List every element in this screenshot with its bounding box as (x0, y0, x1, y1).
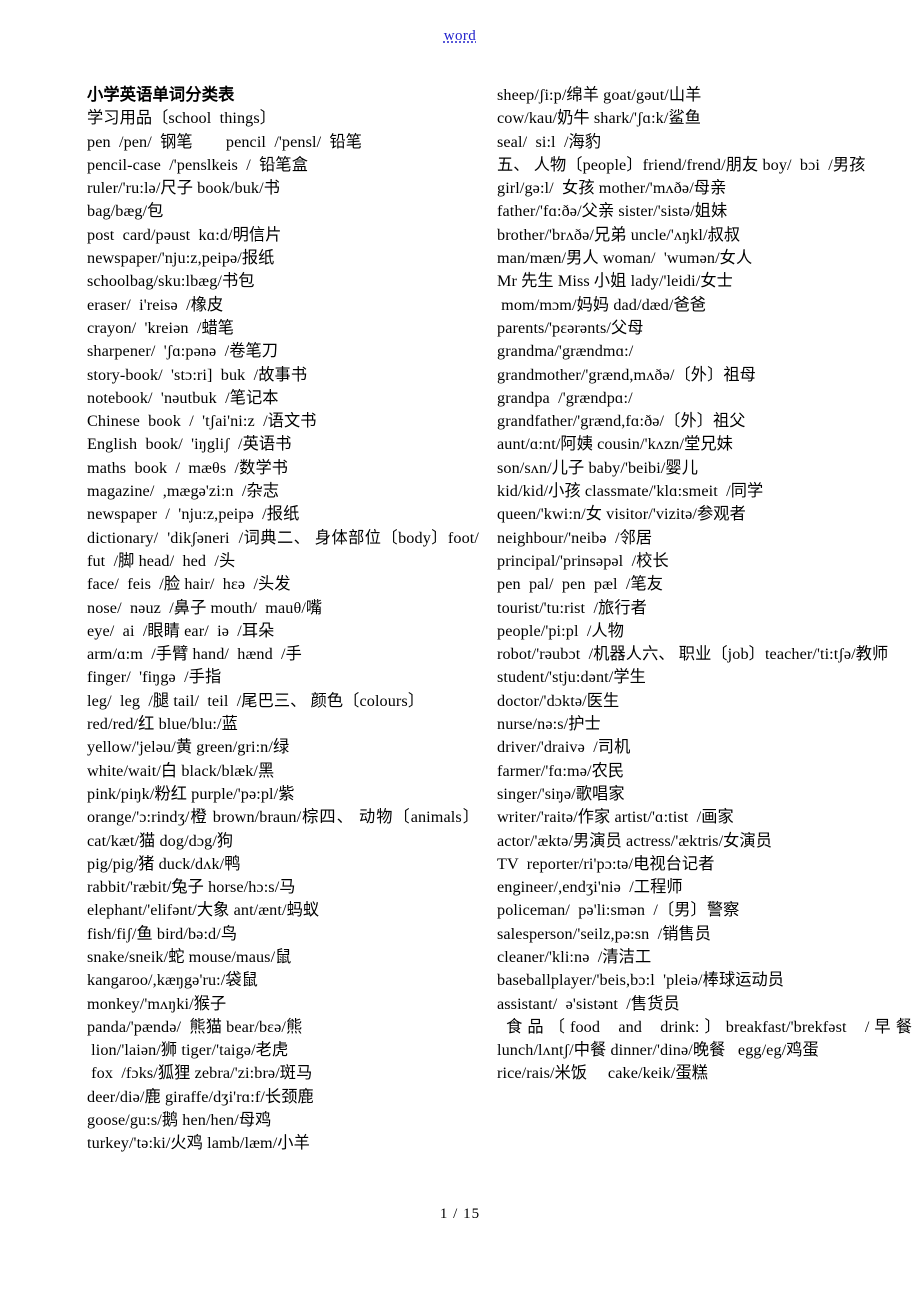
text-line: goose/gu:s/鹅 hen/hen/母鸡 (87, 1111, 272, 1130)
document-page: word 小学英语单词分类表 学习用品〔school things〕 pen /… (0, 0, 920, 1302)
text-line: kid/kid/小孩 classmate/'klɑ:smeit /同学 (497, 482, 764, 501)
text-line: rabbit/'ræbit/兔子 horse/hɔ:s/马 (87, 878, 296, 897)
text-line: bag/bæg/包 (87, 202, 164, 221)
text-line: actor/'æktə/男演员 actress/'æktris/女演员 (497, 831, 773, 850)
word-link[interactable]: word (444, 28, 476, 45)
text-line: sheep/ʃi:p/绵羊 goat/gəut/山羊 (497, 86, 702, 104)
text-line: son/sʌn/儿子 baby/'beibi/婴儿 (497, 458, 699, 477)
text-line: notebook/ 'nəutbuk /笔记本 (87, 388, 279, 407)
page-header: word (0, 0, 920, 72)
text-line: leg/ leg /腿 tail/ teil /尾巴三、 颜色〔colours〕 (87, 691, 425, 710)
text-line: red/red/红 blue/blu:/蓝 (87, 715, 238, 734)
text-line: English book/ 'iŋgliʃ /英语书 (87, 435, 292, 454)
text-line: newspaper / 'nju:z,peipə /报纸 (87, 505, 300, 524)
text-line: panda/'pændə/ 熊猫 bear/bɛə/熊 (87, 1017, 303, 1036)
text-line: singer/'siŋə/歌唱家 (497, 784, 625, 803)
text-line: orange/'ɔ:rindʒ/橙 brown/braun/棕四、 动物〔ani… (87, 808, 484, 850)
text-line: 学习用品〔school things〕 (87, 109, 277, 128)
text-line: tourist/'tu:rist /旅行者 (497, 598, 647, 617)
page-title: 小学英语单词分类表 (87, 86, 235, 104)
text-line: maths book / mæθs /数学书 (87, 458, 289, 477)
text-line: grandfather/'grænd,fɑ:ðə/〔外〕祖父 (497, 412, 746, 431)
text-line: schoolbag/sku:lbæg/书包 (87, 272, 255, 291)
text-line: story-book/ 'stɔ:ri] buk /故事书 (87, 365, 308, 384)
text-line: nurse/nə:s/护士 (497, 715, 601, 734)
text-line: crayon/ 'kreiən /蜡笔 (87, 318, 235, 337)
text-line: girl/gə:l/ 女孩 mother/'mʌðə/母亲 (497, 179, 727, 198)
text-line: face/ feis /脸 hair/ hɛə /头发 (87, 575, 291, 594)
text-line: robot/'rəubɔt /机器人六、 职业〔job〕teacher/'ti:… (497, 645, 889, 664)
text-line: student/'stju:dənt/学生 (497, 668, 646, 687)
text-line: white/wait/白 black/blæk/黑 (87, 761, 275, 780)
text-line: engineer/,endʒi'niə /工程师 (497, 878, 683, 897)
text-line: deer/diə/鹿 giraffe/dʒi'rɑ:f/长颈鹿 (87, 1087, 314, 1106)
text-line: monkey/'mʌŋki/猴子 (87, 994, 227, 1013)
text-line: farmer/'fɑ:mə/农民 (497, 761, 625, 780)
text-line: snake/sneik/蛇 mouse/maus/鼠 (87, 947, 292, 966)
text-line: grandmother/'grænd,mʌðə/〔外〕祖母 (497, 365, 756, 384)
text-line: salesperson/'seilz,pə:sn /销售员 (497, 924, 712, 943)
text-line: eraser/ i'reisə /橡皮 (87, 295, 224, 314)
text-line: principal/'prinsəpəl /校长 (497, 551, 669, 570)
text-line: kangaroo/,kæŋgə'ru:/袋鼠 (87, 971, 258, 990)
text-line: pig/pig/猪 duck/dʌk/鸭 (87, 854, 241, 873)
text-line: finger/ 'fiŋgə /手指 (87, 668, 222, 687)
text-line: aunt/ɑ:nt/阿姨 cousin/'kʌzn/堂兄妹 (497, 435, 733, 454)
text-line: Mr 先生 Miss 小姐 lady/'leidi/女士 (497, 272, 733, 291)
text-line: 五、 人物〔people〕friend/frend/朋友 boy/ bɔi /男… (497, 155, 866, 174)
text-line: arm/ɑ:m /手臂 hand/ hænd /手 (87, 645, 302, 664)
text-line: baseballplayer/'beis,bɔ:l 'pleiə/棒球运动员 (497, 971, 785, 990)
text-line: pencil-case /'penslkeis / 铅笔盒 (87, 155, 308, 174)
text-line: doctor/'dɔktə/医生 (497, 691, 620, 710)
text-line: TV reporter/ri'pɔ:tə/电视台记者 (497, 854, 715, 873)
page-number: 1 / 15 (439, 1206, 481, 1222)
text-line: pink/piŋk/粉红 purple/'pə:pl/紫 (87, 784, 295, 803)
text-line: mom/mɔm/妈妈 dad/dæd/爸爸 (497, 295, 707, 314)
text-line: parents/'pɛərənts/父母 (497, 318, 644, 337)
text-line: fish/fiʃ/鱼 bird/bə:d/鸟 (87, 924, 238, 943)
text-line: seal/ si:l /海豹 (497, 132, 602, 151)
text-line: ruler/'ru:lə/尺子 book/buk/书 (87, 179, 280, 198)
page-footer: 1 / 15 (0, 1205, 920, 1223)
text-line: man/mæn/男人 woman/ 'wumən/女人 (497, 249, 753, 268)
text-line: neighbour/'neibə /邻居 (497, 528, 653, 547)
text-line: newspaper/'nju:z,peipə/报纸 (87, 249, 275, 268)
text-line: eye/ ai /眼睛 ear/ iə /耳朵 (87, 621, 275, 640)
text-line: grandma/'grændmɑ:/ (497, 342, 634, 361)
text-line: post card/pəust kɑ:d/明信片 (87, 225, 282, 244)
text-line: writer/'raitə/作家 artist/'ɑ:tist /画家 (497, 808, 734, 827)
text-line: cleaner/'kli:nə /清洁工 (497, 947, 652, 966)
text-line: elephant/'elifənt/大象 ant/ænt/蚂蚁 (87, 901, 320, 920)
text-line: lion/'laiən/狮 tiger/'taigə/老虎 (87, 1041, 289, 1060)
text-line: pen /pen/ 钢笔 pencil /'pensl/ 铅笔 (87, 132, 363, 151)
text-line: father/'fɑ:ðə/父亲 sister/'sistə/姐妹 (497, 202, 728, 221)
text-line: brother/'brʌðə/兄弟 uncle/'ʌŋkl/叔叔 (497, 225, 741, 244)
text-line: rice/rais/米饭 cake/keik/蛋糕 (497, 1064, 709, 1083)
text-line: Chinese book / 'tʃai'ni:z /语文书 (87, 412, 317, 431)
text-line: policeman/ pə'li:smən /〔男〕警察 (497, 901, 740, 920)
text-line: grandpa /'grændpɑ:/ (497, 388, 633, 407)
text-line: queen/'kwi:n/女 visitor/'vizitə/参观者 (497, 505, 746, 524)
text-line: people/'pi:pl /人物 (497, 621, 625, 640)
text-line: dictionary/ 'dikʃəneri /词典二、 身体部位〔body〕f… (87, 528, 488, 570)
text-line: nose/ nəuz /鼻子 mouth/ mauθ/嘴 (87, 598, 323, 617)
text-line: cow/kau/奶牛 shark/'ʃɑ:k/鲨鱼 (497, 109, 702, 128)
document-body: 小学英语单词分类表 学习用品〔school things〕 pen /pen/ … (0, 84, 920, 1184)
text-line: pen pal/ pen pæl /笔友 (497, 575, 664, 594)
text-line: driver/'draivə /司机 (497, 738, 631, 757)
text-line: fox /fɔks/狐狸 zebra/'zi:brə/斑马 (87, 1064, 313, 1083)
left-column: 小学英语单词分类表 学习用品〔school things〕 pen /pen/ … (87, 84, 479, 1156)
text-line: yellow/'jeləu/黄 green/gri:n/绿 (87, 738, 290, 757)
text-line: turkey/'tə:ki/火鸡 lamb/læm/小羊 (87, 1134, 310, 1153)
text-line: assistant/ ə'sistənt /售货员 (497, 994, 680, 1013)
right-column: sheep/ʃi:p/绵羊 goat/gəut/山羊 cow/kau/奶牛 sh… (497, 84, 912, 1086)
text-line: sharpener/ 'ʃɑ:pənə /卷笔刀 (87, 342, 279, 361)
text-line: 食品〔food and drink:〕breakfast/'brekfəst /… (497, 1017, 912, 1060)
text-line: magazine/ ,mægə'zi:n /杂志 (87, 482, 280, 501)
